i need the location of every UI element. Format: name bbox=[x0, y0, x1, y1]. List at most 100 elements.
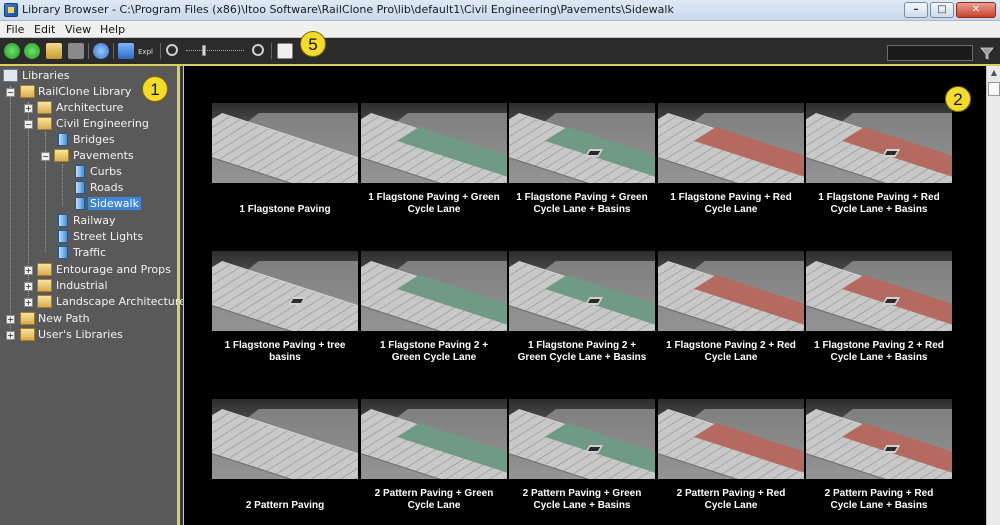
item-label-line1: 1 Flagstone Paving 2 + bbox=[379, 340, 489, 351]
library-browser-window: Library Browser - C:\Program Files (x86)… bbox=[0, 0, 1000, 525]
item-label-line2: Cycle Lane + Basins bbox=[533, 500, 631, 511]
tree-label: Industrial bbox=[56, 279, 108, 292]
tree-label: RailClone Library bbox=[38, 85, 132, 98]
maximize-button[interactable]: □ bbox=[930, 2, 954, 18]
tree-label: Civil Engineering bbox=[56, 117, 149, 130]
folder-open-icon bbox=[20, 85, 35, 98]
tree-label: Pavements bbox=[73, 149, 134, 162]
item-label: 1 Flagstone Paving 2 + Red Cycle Lane bbox=[654, 340, 808, 364]
vertical-scrollbar[interactable]: ▲ bbox=[986, 66, 1000, 525]
item-label-line1: 1 Flagstone Paving + Red bbox=[818, 192, 940, 203]
item-label: 1 Flagstone Paving + tree basins bbox=[208, 340, 362, 364]
maximize-icon: □ bbox=[937, 4, 947, 15]
item-label-line2: Cycle Lane bbox=[407, 204, 461, 215]
item-label: 2 Pattern Paving bbox=[208, 500, 362, 512]
toolbar-separator bbox=[160, 43, 161, 59]
open-folder-icon[interactable] bbox=[46, 43, 62, 59]
item-label-line1: 2 Pattern Paving + Green bbox=[374, 488, 494, 499]
expand-icon[interactable]: + bbox=[6, 315, 15, 324]
expand-icon[interactable]: + bbox=[24, 104, 33, 113]
item-label-line2: Green Cycle Lane + Basins bbox=[517, 352, 647, 363]
forward-arrow-icon[interactable] bbox=[24, 43, 40, 59]
item-thumbnail bbox=[361, 399, 507, 479]
item-label: 1 Flagstone Paving + Green Cycle Lane bbox=[357, 192, 511, 216]
item-thumbnail bbox=[806, 103, 952, 183]
book-icon bbox=[58, 230, 68, 243]
tree-guide bbox=[62, 164, 63, 206]
collapse-icon[interactable]: − bbox=[41, 152, 50, 161]
book-icon bbox=[75, 181, 85, 194]
minimize-button[interactable]: – bbox=[904, 2, 928, 18]
expand-icon[interactable]: + bbox=[24, 266, 33, 275]
checklist-icon[interactable] bbox=[277, 43, 293, 59]
item-label-line2: Cycle Lane + Basins bbox=[830, 352, 928, 363]
folder-open-icon bbox=[37, 117, 52, 130]
item-label-line1: 1 Flagstone Paving 2 + Red bbox=[814, 340, 944, 351]
book-icon bbox=[58, 246, 68, 259]
tree-label: Landscape Architecture bbox=[56, 295, 186, 308]
item-label-line2: Cycle Lane + Basins bbox=[533, 204, 631, 215]
collapse-icon[interactable]: − bbox=[6, 88, 15, 97]
item-label: 1 Flagstone Paving + Green Cycle Lane + B… bbox=[505, 192, 659, 216]
item-thumbnail bbox=[658, 251, 804, 331]
item-thumbnail bbox=[361, 251, 507, 331]
caption-buttons: – □ ✕ bbox=[904, 2, 996, 18]
menu-view[interactable]: View bbox=[65, 23, 91, 36]
tree-label: Street Lights bbox=[73, 230, 144, 243]
item-label-line2: Cycle Lane + Basins bbox=[830, 500, 928, 511]
folder-icon bbox=[37, 279, 52, 292]
filter-icon[interactable] bbox=[980, 46, 994, 60]
item-thumbnail bbox=[509, 251, 655, 331]
tree-guide bbox=[45, 132, 46, 252]
zoom-slider-handle[interactable] bbox=[202, 45, 206, 56]
item-label: 1 Flagstone Paving + Red Cycle Lane bbox=[654, 192, 808, 216]
window-title: Library Browser - C:\Program Files (x86)… bbox=[22, 3, 674, 16]
library-items-grid[interactable]: 1 Flagstone Paving 1 Flagstone Paving + G… bbox=[183, 66, 986, 525]
tree-label-selected: Sidewalk bbox=[88, 197, 141, 210]
expand-icon[interactable]: + bbox=[24, 282, 33, 291]
tree-label: Traffic bbox=[73, 246, 107, 259]
save-icon[interactable] bbox=[68, 43, 84, 59]
menu-file[interactable]: File bbox=[6, 23, 24, 36]
menu-help[interactable]: Help bbox=[100, 23, 125, 36]
item-label-line1: 1 Flagstone Paving + Green bbox=[368, 192, 500, 203]
callout-badge-2: 2 bbox=[945, 86, 971, 112]
zoom-in-icon[interactable] bbox=[252, 44, 264, 56]
item-label-line1: 2 Pattern Paving + Red bbox=[824, 488, 934, 499]
search-input[interactable] bbox=[887, 45, 973, 61]
item-label-line1: 1 Flagstone Paving + tree bbox=[224, 340, 346, 351]
folder-icon bbox=[20, 328, 35, 341]
scrollbar-thumb[interactable] bbox=[988, 82, 1000, 96]
toolbar: Expl bbox=[0, 38, 1000, 65]
book-icon bbox=[58, 133, 68, 146]
back-arrow-icon[interactable] bbox=[4, 43, 20, 59]
folder-icon bbox=[37, 101, 52, 114]
tree-label: Curbs bbox=[90, 165, 122, 178]
menu-edit[interactable]: Edit bbox=[34, 23, 55, 36]
libraries-icon bbox=[3, 69, 18, 82]
item-label-line2: Cycle Lane bbox=[704, 352, 758, 363]
tree-label: Railway bbox=[73, 214, 116, 227]
expand-icon[interactable]: + bbox=[24, 298, 33, 307]
item-label-line1: 1 Flagstone Paving 2 + bbox=[527, 340, 637, 351]
refresh-icon[interactable] bbox=[93, 43, 109, 59]
title-bar[interactable]: Library Browser - C:\Program Files (x86)… bbox=[0, 0, 1000, 21]
tree-label: New Path bbox=[38, 312, 90, 325]
zoom-slider-track[interactable] bbox=[186, 50, 244, 52]
item-label: 1 Flagstone Paving bbox=[208, 204, 362, 216]
expand-icon[interactable]: + bbox=[6, 331, 15, 340]
book-icon bbox=[58, 214, 68, 227]
item-thumbnail bbox=[806, 251, 952, 331]
book-icon bbox=[75, 197, 85, 210]
item-label-line1: 1 Flagstone Paving bbox=[239, 204, 331, 215]
library-tree-panel[interactable]: Libraries − RailClone Library + Architec… bbox=[0, 66, 186, 525]
export-icon[interactable] bbox=[118, 43, 134, 59]
item-thumbnail bbox=[212, 399, 358, 479]
close-button[interactable]: ✕ bbox=[956, 2, 996, 18]
tree-label: Libraries bbox=[22, 69, 70, 82]
item-label: 2 Pattern Paving + Green Cycle Lane bbox=[357, 488, 511, 512]
zoom-out-icon[interactable] bbox=[166, 44, 178, 56]
scroll-up-icon[interactable]: ▲ bbox=[988, 68, 1000, 80]
item-label-line1: 2 Pattern Paving bbox=[245, 500, 325, 511]
collapse-icon[interactable]: − bbox=[24, 120, 33, 129]
